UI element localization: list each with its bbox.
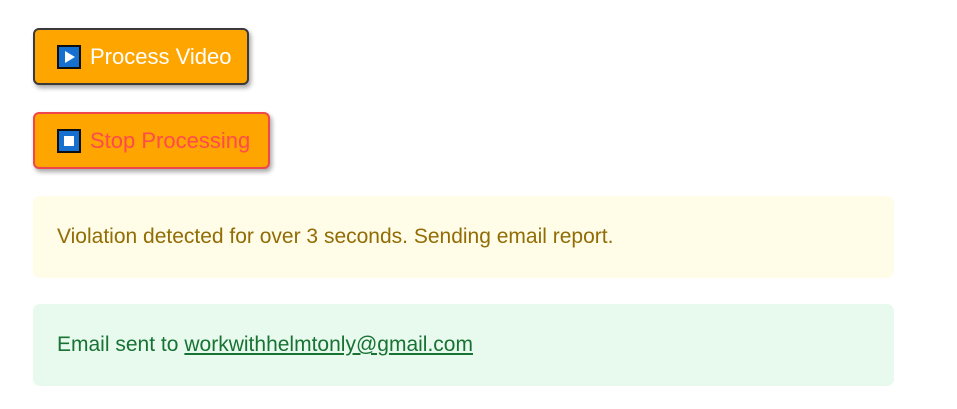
play-icon bbox=[57, 44, 81, 69]
email-link[interactable]: workwithhelmtonly@gmail.com bbox=[184, 333, 473, 357]
process-video-label: Process Video bbox=[90, 43, 232, 69]
warning-alert-text: Violation detected for over 3 seconds. S… bbox=[57, 225, 614, 248]
warning-alert: Violation detected for over 3 seconds. S… bbox=[33, 196, 894, 278]
page: Process Video Stop Processing Violation … bbox=[0, 0, 957, 409]
success-alert-prefix: Email sent to bbox=[57, 333, 179, 356]
success-alert: Email sent to workwithhelmtonly@gmail.co… bbox=[33, 304, 894, 386]
process-video-button[interactable]: Process Video bbox=[33, 28, 249, 85]
stop-processing-label: Stop Processing bbox=[90, 127, 251, 153]
stop-processing-button[interactable]: Stop Processing bbox=[33, 112, 270, 169]
stop-icon bbox=[57, 128, 81, 153]
